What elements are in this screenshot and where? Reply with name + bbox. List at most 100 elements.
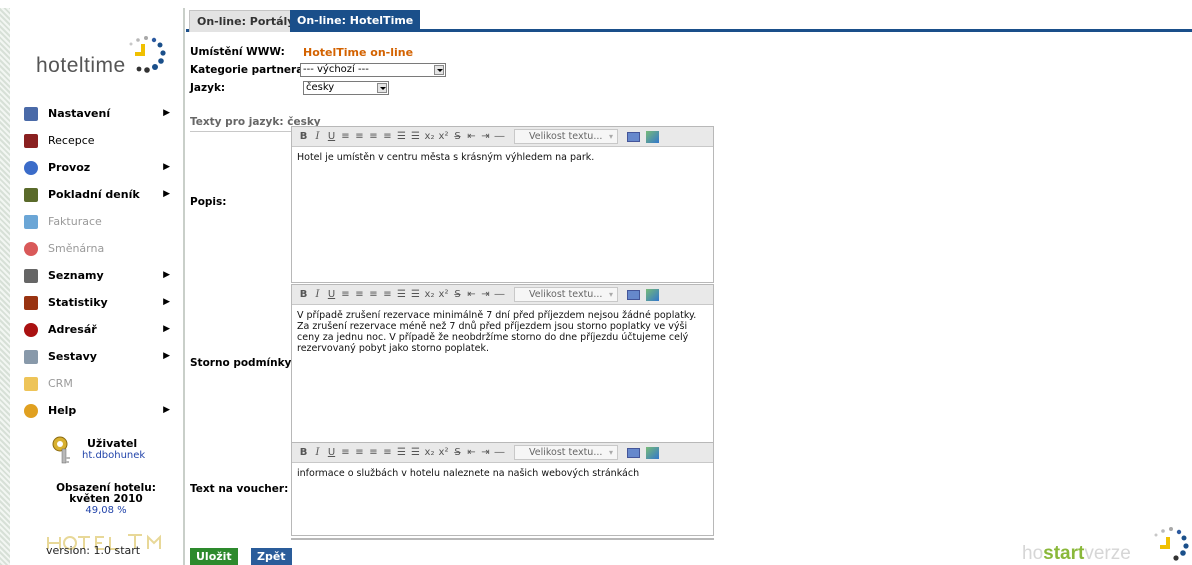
html-source-icon[interactable] xyxy=(627,131,640,142)
bold-icon[interactable]: B xyxy=(298,131,309,142)
logo-clock-icon xyxy=(129,36,166,73)
underline-icon[interactable]: U xyxy=(326,289,337,300)
tab-online-hoteltime[interactable]: On-line: HotelTime xyxy=(290,10,421,32)
sidebar-item-label: Help xyxy=(48,404,77,417)
cancellation-text[interactable]: V případě zrušení rezervace minimálně 7 … xyxy=(292,305,713,359)
tab-online-portals[interactable]: On-line: Portály xyxy=(189,10,303,32)
outdent-icon[interactable]: ⇤ xyxy=(466,289,477,300)
sidebar-item-statistics[interactable]: Statistiky ▶ xyxy=(24,289,184,316)
numbered-list-icon[interactable]: ☰ xyxy=(396,131,407,142)
user-panel: Uživatel ht.dbohunek xyxy=(50,435,180,475)
subscript-icon[interactable]: x₂ xyxy=(424,447,435,458)
chevron-right-icon: ▶ xyxy=(163,108,170,118)
indent-icon[interactable]: ⇥ xyxy=(480,131,491,142)
bullet-list-icon[interactable]: ☰ xyxy=(410,447,421,458)
sidebar-item-reports[interactable]: Sestavy ▶ xyxy=(24,343,184,370)
underline-icon[interactable]: U xyxy=(326,131,337,142)
html-source-icon[interactable] xyxy=(627,289,640,300)
strikethrough-icon[interactable]: S̶ xyxy=(452,131,463,142)
align-right-icon[interactable]: ≡ xyxy=(368,447,379,458)
align-left-icon[interactable]: ≡ xyxy=(340,447,351,458)
sidebar-item-label: Nastavení xyxy=(48,107,111,120)
numbered-list-icon[interactable]: ☰ xyxy=(396,289,407,300)
spellcheck-icon[interactable] xyxy=(646,130,659,143)
bullet-list-icon[interactable]: ☰ xyxy=(410,131,421,142)
voucher-editor[interactable]: B I U ≡ ≡ ≡ ≡ ☰ ☰ x₂ x² S̶ ⇤ ⇥ ― Velikos… xyxy=(291,442,714,536)
italic-icon[interactable]: I xyxy=(312,131,323,142)
superscript-icon[interactable]: x² xyxy=(438,131,449,142)
logo-text: hoteltime xyxy=(36,54,126,77)
sidebar-item-list[interactable]: Seznamy ▶ xyxy=(24,262,184,289)
superscript-icon[interactable]: x² xyxy=(438,447,449,458)
address-book-icon xyxy=(24,322,38,337)
sidebar-item-label: Provoz xyxy=(48,161,91,174)
bold-icon[interactable]: B xyxy=(298,289,309,300)
chevron-right-icon: ▶ xyxy=(163,324,170,334)
align-left-icon[interactable]: ≡ xyxy=(340,131,351,142)
justify-icon[interactable]: ≡ xyxy=(382,447,393,458)
underline-icon[interactable]: U xyxy=(326,447,337,458)
reports-icon xyxy=(24,349,38,364)
strikethrough-icon[interactable]: S̶ xyxy=(452,289,463,300)
align-right-icon[interactable]: ≡ xyxy=(368,289,379,300)
justify-icon[interactable]: ≡ xyxy=(382,131,393,142)
editor-toolbar: B I U ≡ ≡ ≡ ≡ ☰ ☰ x₂ x² S̶ ⇤ ⇥ ― Velikos… xyxy=(292,127,713,147)
strikethrough-icon[interactable]: S̶ xyxy=(452,447,463,458)
bold-icon[interactable]: B xyxy=(298,447,309,458)
sidebar: hoteltime Nastavení ▶ Recepce Provoz ▶ Poklad… xyxy=(0,8,185,565)
align-center-icon[interactable]: ≡ xyxy=(354,131,365,142)
subscript-icon[interactable]: x₂ xyxy=(424,289,435,300)
html-source-icon[interactable] xyxy=(627,447,640,458)
startverze-text: hostartverze xyxy=(1022,543,1131,565)
hotel-occupancy: Obsazení hotelu: květen 2010 49,08 % xyxy=(26,483,186,517)
spellcheck-icon[interactable] xyxy=(646,446,659,459)
voucher-text[interactable]: informace o službách v hotelu naleznete … xyxy=(292,463,713,484)
chevron-right-icon: ▶ xyxy=(163,162,170,172)
list-icon xyxy=(24,268,38,283)
italic-icon[interactable]: I xyxy=(312,289,323,300)
font-size-select[interactable]: Velikost textu... xyxy=(514,287,618,302)
occupancy-period: květen 2010 xyxy=(69,493,143,505)
partner-category-value: --- výchozí --- xyxy=(303,64,369,75)
spellcheck-icon[interactable] xyxy=(646,288,659,301)
numbered-list-icon[interactable]: ☰ xyxy=(396,447,407,458)
user-name[interactable]: ht.dbohunek xyxy=(82,450,145,461)
sidebar-item-cash-book[interactable]: Pokladní deník ▶ xyxy=(24,181,184,208)
chevron-down-icon[interactable] xyxy=(434,65,444,75)
back-button[interactable]: Zpět xyxy=(251,548,292,565)
description-editor[interactable]: B I U ≡ ≡ ≡ ≡ ☰ ☰ x₂ x² S̶ ⇤ ⇥ ― Velikos… xyxy=(291,126,714,283)
align-center-icon[interactable]: ≡ xyxy=(354,289,365,300)
justify-icon[interactable]: ≡ xyxy=(382,289,393,300)
font-size-select[interactable]: Velikost textu... xyxy=(514,129,618,144)
description-text[interactable]: Hotel je umístěn v centru města s krásný… xyxy=(292,147,713,168)
outdent-icon[interactable]: ⇤ xyxy=(466,131,477,142)
chevron-down-icon[interactable] xyxy=(377,83,387,93)
sidebar-item-bell[interactable]: Recepce xyxy=(24,127,184,154)
cancellation-editor[interactable]: B I U ≡ ≡ ≡ ≡ ☰ ☰ x₂ x² S̶ ⇤ ⇥ ― Velikos… xyxy=(291,284,714,444)
italic-icon[interactable]: I xyxy=(312,447,323,458)
occupancy-value[interactable]: 49,08 % xyxy=(26,505,186,516)
hoteltime-logo: hoteltime xyxy=(26,30,176,82)
sidebar-item-address-book[interactable]: Adresář ▶ xyxy=(24,316,184,343)
partner-category-select[interactable]: --- výchozí --- xyxy=(300,63,446,77)
indent-icon[interactable]: ⇥ xyxy=(480,447,491,458)
horizontal-rule-icon[interactable]: ― xyxy=(494,289,505,300)
outdent-icon[interactable]: ⇤ xyxy=(466,447,477,458)
help-icon xyxy=(24,403,38,418)
sidebar-item-settings[interactable]: Nastavení ▶ xyxy=(24,100,184,127)
bullet-list-icon[interactable]: ☰ xyxy=(410,289,421,300)
language-select[interactable]: česky xyxy=(303,81,389,95)
sidebar-item-help[interactable]: Help ▶ xyxy=(24,397,184,424)
subscript-icon[interactable]: x₂ xyxy=(424,131,435,142)
sidebar-item-gear[interactable]: Provoz ▶ xyxy=(24,154,184,181)
horizontal-rule-icon[interactable]: ― xyxy=(494,131,505,142)
align-center-icon[interactable]: ≡ xyxy=(354,447,365,458)
indent-icon[interactable]: ⇥ xyxy=(480,289,491,300)
horizontal-rule-icon[interactable]: ― xyxy=(494,447,505,458)
save-button[interactable]: Uložit xyxy=(190,548,238,565)
align-right-icon[interactable]: ≡ xyxy=(368,131,379,142)
font-size-select[interactable]: Velikost textu... xyxy=(514,445,618,460)
align-left-icon[interactable]: ≡ xyxy=(340,289,351,300)
superscript-icon[interactable]: x² xyxy=(438,289,449,300)
settings-icon xyxy=(24,106,38,121)
